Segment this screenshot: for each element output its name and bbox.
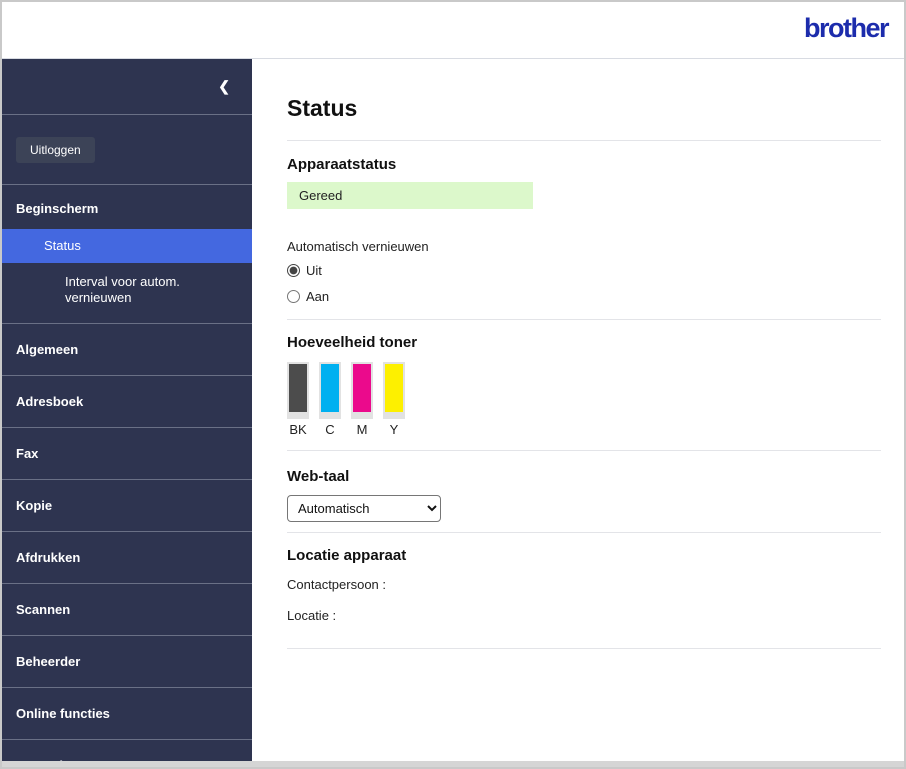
- sidebar-item-netwerk[interactable]: Netwerk: [2, 740, 252, 762]
- divider: [287, 319, 881, 320]
- toner-bar-black: [289, 364, 307, 412]
- radio-uit[interactable]: [287, 264, 300, 277]
- divider: [287, 450, 881, 451]
- radio-aan[interactable]: [287, 290, 300, 303]
- browser-viewport: brother ❮ Uitloggen Beginscherm Status I…: [0, 0, 906, 769]
- toner-label-y: Y: [389, 422, 399, 437]
- brother-logo: brother: [804, 12, 890, 43]
- horizontal-scrollbar[interactable]: [2, 761, 904, 767]
- device-location-heading: Locatie apparaat: [287, 547, 407, 564]
- sidebar-item-beheerder[interactable]: Beheerder: [2, 636, 252, 688]
- device-status-value: Gereed: [287, 182, 533, 209]
- sidebar-top: ❮: [2, 59, 252, 115]
- auto-refresh-option-aan[interactable]: Aan: [287, 287, 881, 306]
- toner-frame: [287, 362, 309, 419]
- page-title: Status: [287, 95, 358, 121]
- divider: [287, 532, 881, 533]
- toner-heading: Hoeveelheid toner: [287, 334, 418, 351]
- toner-label-bk: BK: [289, 422, 307, 437]
- toner-gauge-y: Y: [383, 362, 405, 437]
- sidebar-item-status[interactable]: Status: [2, 229, 252, 263]
- sidebar-collapse-icon[interactable]: ❮: [218, 78, 230, 95]
- toner-bar-cyan: [321, 364, 339, 412]
- radio-aan-label: Aan: [306, 289, 330, 304]
- sidebar-item-fax[interactable]: Fax: [2, 428, 252, 480]
- web-language-heading: Web-taal: [287, 468, 350, 485]
- top-header: brother: [2, 2, 904, 59]
- toner-bar-magenta: [353, 364, 371, 412]
- toner-frame: [383, 362, 405, 419]
- sidebar-item-beginscherm[interactable]: Beginscherm: [2, 185, 252, 229]
- sidebar-item-algemeen[interactable]: Algemeen: [2, 324, 252, 376]
- logout-button[interactable]: Uitloggen: [16, 137, 95, 163]
- toner-label-c: C: [325, 422, 335, 437]
- divider: [287, 648, 881, 649]
- sidebar-item-kopie[interactable]: Kopie: [2, 480, 252, 532]
- toner-label-m: M: [356, 422, 368, 437]
- radio-uit-label: Uit: [306, 263, 322, 278]
- toner-gauge-m: M: [351, 362, 373, 437]
- toner-frame: [351, 362, 373, 419]
- sidebar-item-afdrukken[interactable]: Afdrukken: [2, 532, 252, 584]
- main-content: Status Apparaatstatus Gereed Automatisch…: [252, 59, 904, 761]
- device-status-heading: Apparaatstatus: [287, 156, 397, 173]
- toner-gauges: BK C M Y: [287, 362, 881, 437]
- toner-gauge-bk: BK: [287, 362, 309, 437]
- contact-person-label: Contactpersoon :: [287, 577, 387, 592]
- divider: [287, 140, 881, 141]
- auto-refresh-label: Automatisch vernieuwen: [287, 239, 429, 254]
- sidebar-menu: Algemeen Adresboek Fax Kopie Afdrukken S…: [2, 322, 252, 762]
- sidebar: ❮ Uitloggen Beginscherm Status Interval …: [2, 59, 252, 761]
- sidebar-item-adresboek[interactable]: Adresboek: [2, 376, 252, 428]
- auto-refresh-option-uit[interactable]: Uit: [287, 261, 881, 280]
- web-language-select[interactable]: Automatisch: [287, 495, 441, 522]
- sidebar-item-scannen[interactable]: Scannen: [2, 584, 252, 636]
- sidebar-item-interval[interactable]: Interval voor autom. vernieuwen: [2, 263, 252, 323]
- toner-bar-yellow: [385, 364, 403, 412]
- sidebar-item-online-functies[interactable]: Online functies: [2, 688, 252, 740]
- location-label: Locatie :: [287, 608, 337, 623]
- toner-gauge-c: C: [319, 362, 341, 437]
- toner-frame: [319, 362, 341, 419]
- logout-section: Uitloggen: [2, 115, 252, 185]
